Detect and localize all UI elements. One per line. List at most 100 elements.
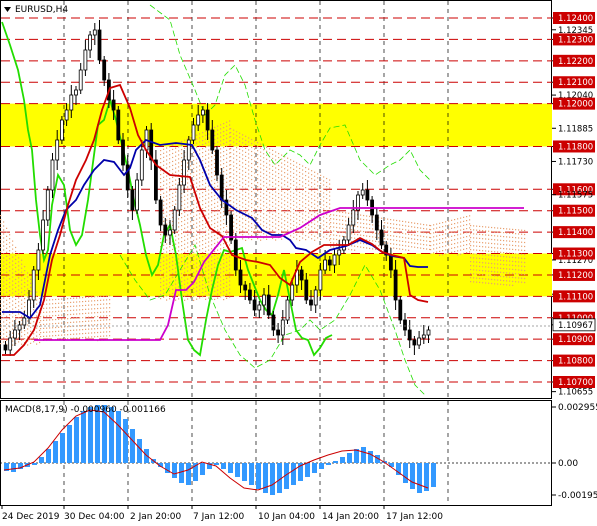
- cloud-dot: [9, 262, 11, 264]
- cloud-dot: [214, 206, 216, 209]
- cloud-dot: [226, 177, 228, 179]
- cloud-dot: [55, 334, 57, 337]
- price-label: 1.11730: [558, 157, 593, 167]
- cloud-dot: [190, 269, 192, 271]
- cloud-dot: [67, 314, 69, 316]
- cloud-dot: [488, 254, 490, 256]
- chart-canvas[interactable]: 1.124001.123451.123001.122001.121001.120…: [0, 0, 597, 526]
- cloud-dot: [521, 233, 523, 235]
- cloud-dot: [460, 241, 462, 243]
- zone-band: [1, 103, 552, 147]
- cloud-dot: [281, 174, 283, 176]
- cloud-dot: [275, 199, 277, 201]
- cloud-dot: [485, 230, 487, 232]
- cloud-dot: [208, 273, 210, 275]
- cloud-dot: [12, 248, 14, 250]
- cloud-dot: [223, 219, 225, 221]
- cloud-dot: [36, 299, 38, 301]
- cloud-dot: [314, 223, 316, 225]
- cloud-dot: [220, 292, 222, 294]
- cloud-dot: [278, 192, 280, 195]
- cloud-dot: [466, 224, 468, 226]
- cloud-dot: [3, 277, 5, 279]
- cloud-dot: [287, 225, 289, 227]
- cloud-dot: [39, 317, 41, 320]
- triangle-down-icon[interactable]: [4, 7, 11, 12]
- cloud-dot: [460, 253, 462, 255]
- cloud-dot: [463, 236, 465, 238]
- cloud-dot: [293, 236, 295, 238]
- cloud-dot: [239, 152, 241, 154]
- cloud-dot: [230, 132, 232, 134]
- cloud-dot: [272, 185, 274, 188]
- cloud-dot: [21, 343, 23, 345]
- cloud-dot: [503, 256, 505, 258]
- cloud-dot: [199, 189, 201, 191]
- cloud-dot: [184, 147, 186, 149]
- cloud-dot: [220, 200, 222, 202]
- cloud-dot: [305, 203, 307, 205]
- cloud-dot: [223, 283, 225, 285]
- price-label: 1.11575: [558, 191, 593, 201]
- cloud-dot: [230, 180, 232, 182]
- cloud-dot: [229, 276, 231, 278]
- cloud-dot: [82, 301, 84, 303]
- cloud-dot: [199, 277, 201, 279]
- price-axis: 1.124001.123451.123001.122001.121001.120…: [552, 12, 596, 398]
- cloud-dot: [363, 246, 365, 249]
- cloud-dot: [351, 245, 353, 247]
- cloud-dot: [202, 232, 204, 234]
- cloud-dot: [169, 206, 171, 208]
- cloud-dot: [503, 252, 505, 254]
- candle-body: [191, 124, 196, 141]
- cloud-dot: [24, 334, 26, 336]
- cloud-dot: [290, 159, 292, 161]
- cloud-dot: [100, 299, 102, 301]
- cloud-dot: [199, 297, 201, 299]
- cloud-dot: [3, 333, 5, 335]
- cloud-dot: [9, 274, 11, 276]
- cloud-dot: [342, 219, 344, 221]
- cloud-dot: [405, 237, 407, 239]
- cloud-dot: [27, 288, 29, 290]
- cloud-dot: [254, 140, 256, 142]
- cloud-dot: [79, 317, 81, 319]
- cloud-dot: [163, 156, 165, 158]
- cloud-dot: [433, 248, 435, 250]
- candle-body: [276, 329, 281, 336]
- cloud-dot: [61, 314, 63, 316]
- cloud-dot: [485, 282, 487, 284]
- cloud-dot: [166, 191, 168, 193]
- cloud-dot: [284, 204, 286, 206]
- cloud-dot: [67, 330, 69, 332]
- cloud-dot: [329, 227, 331, 229]
- cloud-dot: [236, 227, 238, 229]
- cloud-dot: [82, 313, 84, 315]
- cloud-dot: [263, 165, 265, 167]
- cloud-dot: [211, 248, 213, 250]
- price-label: 1.10655: [558, 388, 593, 398]
- cloud-dot: [190, 289, 192, 291]
- candle-body: [403, 319, 407, 331]
- cloud-dot: [49, 335, 51, 337]
- cloud-dot: [506, 228, 508, 230]
- macd-bar: [403, 463, 408, 483]
- cloud-dot: [302, 201, 304, 203]
- cloud-dot: [6, 295, 8, 297]
- cloud-dot: [12, 300, 14, 302]
- cloud-dot: [257, 154, 259, 156]
- cloud-dot: [296, 198, 298, 200]
- candle-body: [365, 189, 370, 201]
- cloud-dot: [500, 279, 502, 281]
- cloud-dot: [482, 230, 484, 232]
- cloud-dot: [482, 250, 484, 252]
- cloud-dot: [399, 224, 401, 226]
- cloud-dot: [49, 303, 51, 305]
- cloud-dot: [230, 160, 232, 162]
- cloud-dot: [39, 321, 41, 324]
- cloud-dot: [208, 149, 210, 151]
- cloud-dot: [187, 166, 189, 168]
- cloud-dot: [67, 306, 69, 308]
- cloud-dot: [190, 229, 192, 231]
- cloud-dot: [263, 161, 265, 163]
